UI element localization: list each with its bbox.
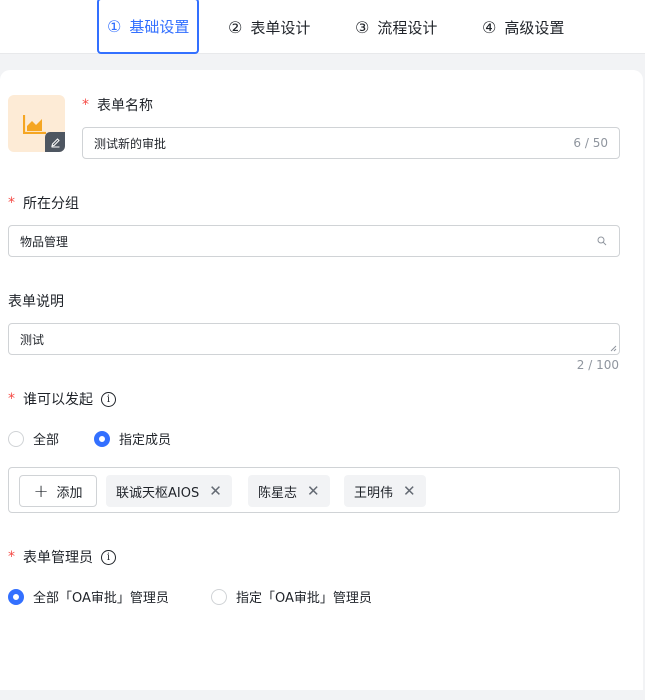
step-number: ④ <box>482 17 497 37</box>
step-number: ② <box>228 17 243 37</box>
member-tag: 王明伟 ✕ <box>344 475 426 507</box>
radio-unchecked <box>211 588 227 605</box>
step-label: 基础设置 <box>129 17 190 36</box>
initiator-option-all[interactable]: 全部 <box>8 429 59 448</box>
close-icon[interactable]: ✕ <box>209 482 222 500</box>
step-process-design[interactable]: ③ 流程设计 <box>355 0 437 54</box>
chart-icon <box>23 115 46 134</box>
form-card: * 表单名称 测试新的审批 6 / 50 * 所在分组 物品管理 表单说明 测试 2… <box>0 70 643 690</box>
form-icon-picker[interactable] <box>8 95 65 152</box>
edit-icon[interactable] <box>45 132 65 152</box>
radio-unchecked <box>8 430 24 447</box>
plus-icon: + <box>33 480 49 502</box>
form-name-label: * 表单名称 <box>82 97 153 114</box>
initiator-label: * 谁可以发起 i <box>8 389 116 409</box>
group-select[interactable]: 物品管理 <box>8 225 620 257</box>
info-icon[interactable]: i <box>101 391 116 407</box>
add-member-button[interactable]: + 添加 <box>19 475 97 507</box>
group-label: * 所在分组 <box>8 195 79 212</box>
radio-checked <box>8 588 24 605</box>
step-form-design[interactable]: ② 表单设计 <box>228 0 310 54</box>
step-label: 表单设计 <box>250 18 311 37</box>
step-basic-settings[interactable]: ① 基础设置 <box>97 0 200 54</box>
step-number: ① <box>107 16 122 36</box>
resize-handle-icon[interactable] <box>610 345 617 352</box>
close-icon[interactable]: ✕ <box>307 482 320 500</box>
name-char-counter: 6 / 50 <box>573 136 608 150</box>
initiator-option-specified[interactable]: 指定成员 <box>94 429 171 448</box>
search-icon <box>597 236 607 246</box>
step-advanced-settings[interactable]: ④ 高级设置 <box>482 0 564 54</box>
radio-checked <box>94 430 110 447</box>
step-label: 高级设置 <box>504 18 565 37</box>
info-icon[interactable]: i <box>101 549 116 565</box>
admin-label: * 表单管理员 i <box>8 547 116 567</box>
step-number: ③ <box>355 17 370 37</box>
form-name-input[interactable]: 测试新的审批 6 / 50 <box>82 127 620 159</box>
step-label: 流程设计 <box>377 18 438 37</box>
description-char-counter: 2 / 100 <box>576 358 619 372</box>
description-label: 表单说明 <box>8 294 64 310</box>
member-tag: 联诚天枢AIOS ✕ <box>106 475 232 507</box>
member-tag: 陈星志 ✕ <box>248 475 330 507</box>
admin-option-specified[interactable]: 指定「OA审批」管理员 <box>211 587 372 606</box>
step-bar: ① 基础设置 ② 表单设计 ③ 流程设计 ④ 高级设置 <box>0 0 645 54</box>
member-selector: + 添加 联诚天枢AIOS ✕ 陈星志 ✕ 王明伟 ✕ <box>8 467 620 513</box>
admin-option-all[interactable]: 全部「OA审批」管理员 <box>8 587 169 606</box>
close-icon[interactable]: ✕ <box>403 482 416 500</box>
description-textarea[interactable]: 测试 <box>8 323 620 355</box>
